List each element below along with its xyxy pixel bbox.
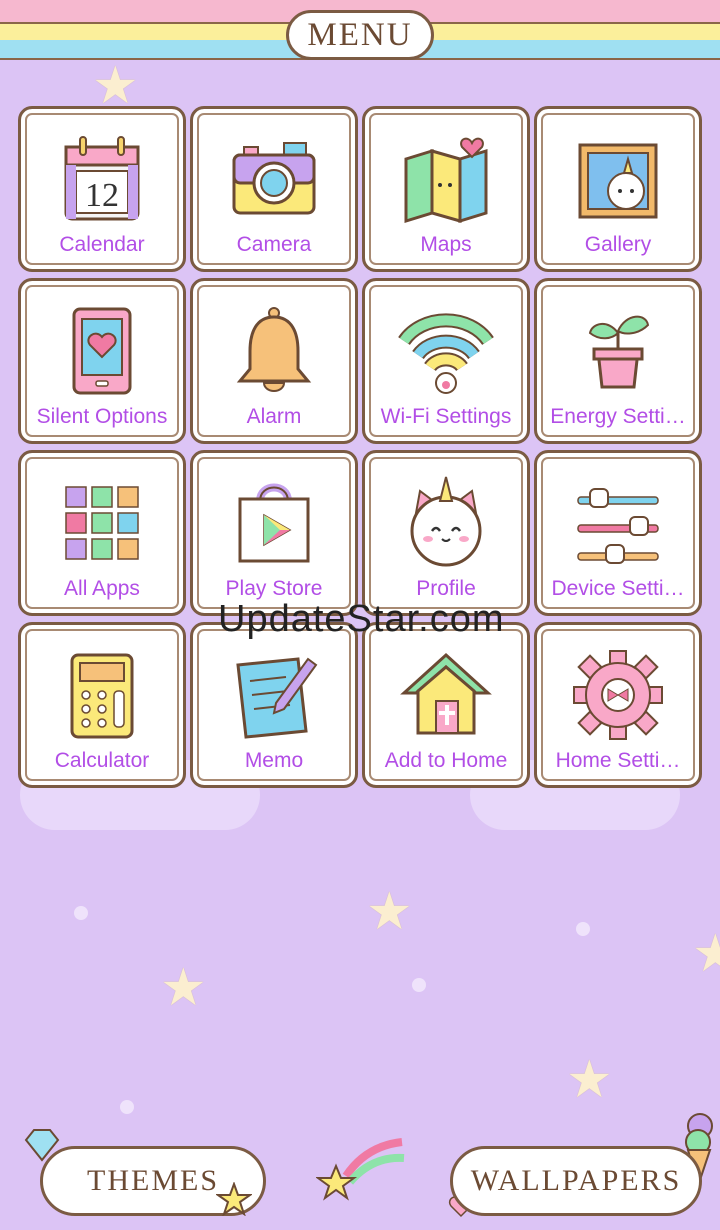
tile-home-settings[interactable]: Home Setti… (534, 622, 702, 788)
tile-silent-options[interactable]: Silent Options (18, 278, 186, 444)
tile-wifi-settings[interactable]: Wi-Fi Settings (362, 278, 530, 444)
star-decoration: ★ (366, 883, 413, 941)
star-icon (216, 1182, 252, 1216)
menu-title: MENU (286, 10, 434, 60)
apps-grid-icon (21, 469, 183, 577)
camera-icon (193, 125, 355, 233)
dot-decoration (576, 922, 590, 936)
tile-maps[interactable]: Maps (362, 106, 530, 272)
tile-calculator[interactable]: Calculator (18, 622, 186, 788)
tile-label: Calculator (54, 749, 150, 772)
tile-all-apps[interactable]: All Apps (18, 450, 186, 616)
star-decoration: ★ (160, 959, 207, 1017)
tile-alarm[interactable]: Alarm (190, 278, 358, 444)
tile-profile[interactable]: Profile (362, 450, 530, 616)
tile-label: Maps (420, 233, 472, 256)
dot-decoration (74, 906, 88, 920)
tile-label: Wi-Fi Settings (380, 405, 512, 428)
wifi-icon (365, 297, 527, 405)
play-store-icon (193, 469, 355, 577)
tile-label: Add to Home (384, 749, 508, 772)
tile-label: All Apps (64, 577, 140, 600)
tile-play-store[interactable]: Play Store (190, 450, 358, 616)
dot-decoration (412, 978, 426, 992)
unicorn-cat-icon (365, 469, 527, 577)
map-icon (365, 125, 527, 233)
house-icon (365, 641, 527, 749)
star-decoration: ★ (92, 57, 139, 115)
watermark-text: UpdateStar.com (218, 598, 505, 640)
tile-label: Home Setti… (555, 749, 681, 772)
tile-label: Energy Setti… (550, 405, 686, 428)
tile-label: Silent Options (36, 405, 168, 428)
dot-decoration (120, 1100, 134, 1114)
tile-gallery[interactable]: Gallery (534, 106, 702, 272)
tile-memo[interactable]: Memo (190, 622, 358, 788)
tile-label: Memo (244, 749, 304, 772)
plant-icon (537, 297, 699, 405)
tile-label: Alarm (246, 405, 302, 428)
calendar-icon: 12 (21, 125, 183, 233)
tile-label: Calendar (59, 233, 145, 256)
tile-camera[interactable]: Camera (190, 106, 358, 272)
tile-device-settings[interactable]: Device Setti… (534, 450, 702, 616)
gallery-icon (537, 125, 699, 233)
tile-add-to-home[interactable]: Add to Home (362, 622, 530, 788)
tile-label: Device Setti… (551, 577, 685, 600)
tile-label: Camera (236, 233, 312, 256)
tablet-heart-icon (21, 297, 183, 405)
memo-icon (193, 641, 355, 749)
tile-energy-settings[interactable]: Energy Setti… (534, 278, 702, 444)
tile-label: Gallery (584, 233, 652, 256)
calendar-day-number: 12 (85, 177, 119, 214)
shooting-star-icon (316, 1138, 405, 1201)
calculator-icon (21, 641, 183, 749)
bell-icon (193, 297, 355, 405)
tile-calendar[interactable]: 12 Calendar (18, 106, 186, 272)
star-decoration: ★ (692, 925, 720, 983)
gear-icon (537, 641, 699, 749)
sliders-icon (537, 469, 699, 577)
wallpapers-button[interactable]: WALLPAPERS (450, 1146, 702, 1216)
star-decoration: ★ (566, 1051, 613, 1109)
